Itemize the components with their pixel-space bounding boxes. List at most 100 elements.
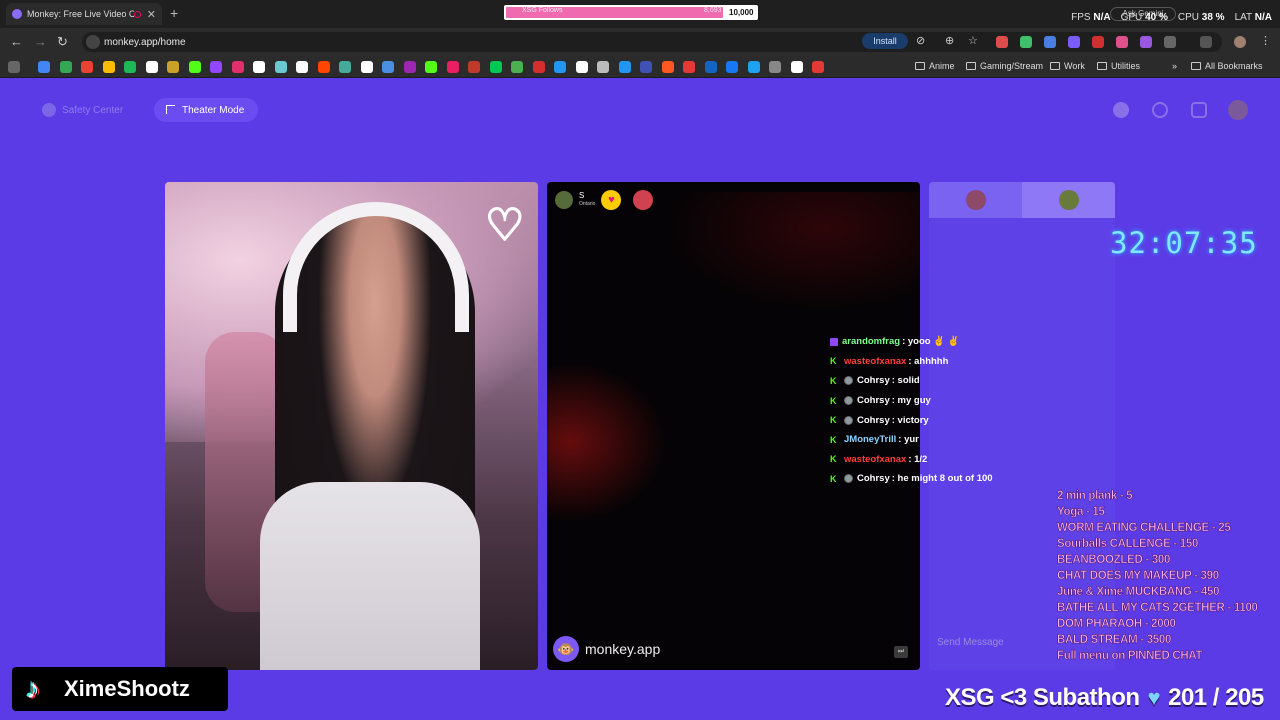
bookmark-icon[interactable]	[425, 61, 437, 73]
bookmark-icon[interactable]	[81, 61, 93, 73]
all-bookmarks-folder[interactable]: All Bookmarks	[1191, 61, 1263, 71]
kick-icon: K	[830, 434, 837, 445]
bookmark-icon[interactable]	[446, 61, 459, 73]
bookmark-icon[interactable]	[704, 61, 717, 73]
send-message-input[interactable]: Send Message	[937, 637, 1004, 648]
bookmark-icon[interactable]	[167, 61, 179, 73]
skip-button[interactable]: ⏭	[894, 646, 908, 658]
reload-icon[interactable]: ↻	[57, 34, 68, 50]
like-heart-button[interactable]: ♥	[601, 190, 622, 210]
bookmark-star-icon[interactable]: ☆	[968, 34, 978, 47]
chat-text: : yooo ✌ ✌	[902, 336, 960, 348]
eye-off-icon[interactable]: ⊘	[916, 34, 925, 47]
bookmark-folder-gaming[interactable]: Gaming/Stream	[966, 61, 1043, 71]
bookmark-icon[interactable]	[253, 61, 265, 73]
bookmark-icon[interactable]	[231, 61, 244, 73]
menu-item: June & Xime MUCKBANG - 450	[1057, 586, 1220, 599]
safety-center-button[interactable]: Safety Center	[42, 100, 123, 120]
extension-icon[interactable]	[1020, 36, 1032, 48]
new-tab-button[interactable]: +	[170, 5, 178, 21]
peer-chat-avatar[interactable]	[1059, 190, 1079, 210]
kick-icon: K	[830, 375, 837, 386]
bookmark-icon[interactable]	[59, 61, 72, 73]
extension-icon[interactable]	[1068, 36, 1080, 48]
side-panel-icon[interactable]	[1200, 36, 1212, 48]
follow-goal-label: XSG Follows	[522, 7, 563, 14]
bookmark-icon[interactable]	[554, 61, 566, 73]
history-clock-icon[interactable]	[1152, 102, 1168, 118]
peer-avatar[interactable]	[555, 191, 573, 209]
bookmark-icon[interactable]	[468, 61, 480, 73]
chat-message: arandomfrag: yooo ✌ ✌	[830, 332, 1070, 352]
theater-mode-button[interactable]: Theater Mode	[154, 98, 258, 122]
bookmark-icon[interactable]	[38, 61, 50, 73]
bookmark-icon[interactable]	[360, 61, 373, 73]
chat-text: : my guy	[891, 395, 931, 407]
bookmark-icon[interactable]	[661, 61, 674, 73]
menu-item: Full menu on PINNED CHAT	[1057, 650, 1203, 663]
menu-item: 2 min plank - 5	[1057, 490, 1133, 503]
bookmark-icon[interactable]	[683, 61, 695, 73]
menu-kebab-icon[interactable]: ⋮	[1260, 34, 1271, 47]
bookmark-folder-utilities[interactable]: Utilities	[1097, 61, 1140, 71]
back-icon[interactable]: ←	[10, 34, 23, 49]
red-light-glow	[547, 362, 667, 522]
bookmark-icon[interactable]	[188, 61, 201, 73]
twitch-icon	[830, 337, 838, 346]
bookmark-icon[interactable]	[618, 61, 631, 73]
install-button[interactable]: Install	[862, 33, 908, 49]
site-info-icon[interactable]	[86, 35, 100, 49]
kick-icon: K	[830, 356, 837, 367]
gpu-stat: GPU 40 %	[1120, 12, 1168, 23]
friends-icon[interactable]	[1113, 102, 1129, 118]
bookmarks-overflow-icon[interactable]: »	[1172, 61, 1177, 71]
bookmark-icon[interactable]	[812, 61, 824, 73]
bookmark-icon[interactable]	[403, 61, 416, 73]
zoom-icon[interactable]: ⊕	[945, 34, 954, 47]
bookmark-icon[interactable]	[575, 61, 588, 73]
chat-text: : victory	[891, 414, 929, 426]
bookmark-icon[interactable]	[274, 61, 287, 73]
bookmark-icon[interactable]	[124, 61, 136, 73]
extension-icon[interactable]	[1092, 36, 1104, 48]
profile-avatar-icon[interactable]	[1234, 36, 1246, 48]
apps-grid-icon[interactable]	[8, 61, 20, 73]
streamer-handle: XimeShootz	[64, 676, 190, 701]
bookmark-icon[interactable]	[769, 61, 781, 73]
bookmark-icon[interactable]	[382, 61, 394, 73]
bookmark-icon[interactable]	[296, 61, 308, 73]
bookmarks-bar: Anime Gaming/Stream Work Utilities » All…	[0, 56, 1280, 78]
bookmark-icon[interactable]	[597, 61, 609, 73]
shield-icon	[42, 103, 56, 117]
extension-icon[interactable]	[1116, 36, 1128, 48]
bookmark-icon[interactable]	[640, 61, 652, 73]
browser-tab[interactable]: Monkey: Free Live Video Ch ✕	[6, 3, 162, 25]
gift-button[interactable]	[633, 190, 654, 210]
bookmark-icon[interactable]	[532, 61, 545, 73]
bookmark-icon[interactable]	[102, 61, 115, 73]
bookmark-icon[interactable]	[726, 61, 738, 73]
bookmark-icon[interactable]	[511, 61, 523, 73]
bookmark-icon[interactable]	[210, 61, 222, 73]
subathon-menu: 2 min plank - 5 Yoga - 15 WORM EATING CHAL…	[1057, 490, 1280, 666]
extension-icon[interactable]	[996, 36, 1008, 48]
bookmark-icon[interactable]	[790, 61, 803, 73]
extension-icon[interactable]	[1140, 36, 1152, 48]
extensions-puzzle-icon[interactable]	[1164, 36, 1176, 48]
kick-icon: K	[830, 395, 837, 406]
bookmark-icon[interactable]	[339, 61, 351, 73]
forward-icon[interactable]: →	[34, 34, 47, 49]
extension-icon[interactable]	[1044, 36, 1056, 48]
bookmark-folder-anime[interactable]: Anime	[915, 61, 955, 71]
bookmark-icon[interactable]	[317, 61, 330, 73]
chat-message: K Cohrsy: victory	[830, 410, 1070, 430]
chat-username: Cohrsy	[857, 414, 890, 426]
chat-bubble-icon[interactable]	[1191, 102, 1207, 118]
bookmark-icon[interactable]	[747, 61, 760, 73]
bookmark-icon[interactable]	[145, 61, 158, 73]
close-tab-icon[interactable]: ✕	[147, 8, 156, 21]
bookmark-icon[interactable]	[489, 61, 502, 73]
user-avatar[interactable]	[1228, 100, 1248, 120]
bookmark-folder-work[interactable]: Work	[1050, 61, 1085, 71]
self-chat-avatar[interactable]	[966, 190, 986, 210]
